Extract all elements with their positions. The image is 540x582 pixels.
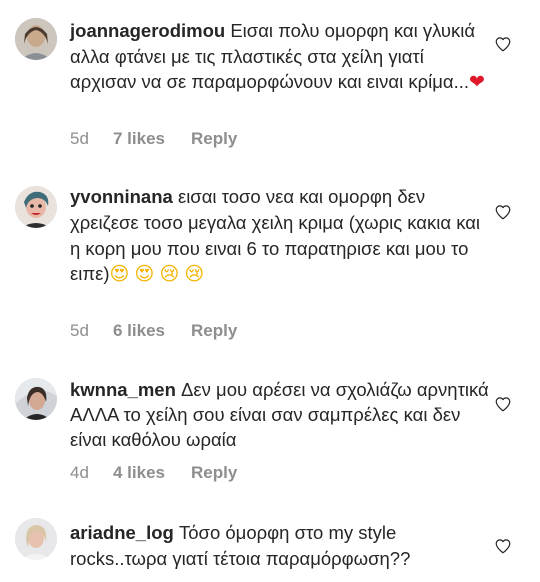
reply-button[interactable]: Reply: [191, 463, 237, 483]
comment-likes[interactable]: 6 likes: [113, 321, 191, 341]
comment-text-block: joannagerodimou Εισαι πολυ ομορφη και γλ…: [70, 18, 490, 96]
comment-username[interactable]: kwnna_men: [70, 379, 176, 400]
comment-username[interactable]: ariadne_log: [70, 522, 174, 543]
reply-button[interactable]: Reply: [191, 321, 237, 341]
crying-face-emoji: 😢: [184, 263, 205, 286]
heart-eyes-emoji: 😍: [134, 263, 155, 286]
comment-meta: 5d 7 likes Reply: [70, 127, 237, 151]
heart-outline-icon[interactable]: [494, 35, 512, 53]
comment-age[interactable]: 5d: [70, 321, 113, 341]
comment-likes[interactable]: 4 likes: [113, 463, 191, 483]
heart-outline-icon[interactable]: [494, 395, 512, 413]
comment-meta: 5d 6 likes Reply: [70, 319, 237, 343]
reply-button[interactable]: Reply: [191, 129, 237, 149]
avatar[interactable]: [15, 18, 57, 60]
comment-meta: 4d 4 likes Reply: [70, 461, 237, 485]
heart-outline-icon[interactable]: [494, 203, 512, 221]
heart-outline-icon[interactable]: [494, 537, 512, 555]
heart-emoji: ❤: [469, 71, 485, 93]
avatar[interactable]: [15, 378, 57, 420]
comment-likes[interactable]: 7 likes: [113, 129, 191, 149]
comment-text-block: yvonninana εισαι τοσο νεα και ομορφη δεν…: [70, 184, 490, 288]
avatar[interactable]: [15, 518, 57, 560]
comment-text-block: kwnna_men Δεν μου αρέσει να σχολιάζω αρν…: [70, 377, 490, 452]
avatar[interactable]: [15, 186, 57, 228]
comment-age[interactable]: 5d: [70, 129, 113, 149]
comment-text-block: ariadne_log Τόσο όμορφη στο my style roc…: [70, 520, 490, 571]
comment-username[interactable]: joannagerodimou: [70, 20, 225, 41]
heart-eyes-emoji: 😍: [109, 263, 130, 286]
comment-username[interactable]: yvonninana: [70, 186, 173, 207]
comment-age[interactable]: 4d: [70, 463, 113, 483]
crying-face-emoji: 😢: [159, 263, 180, 286]
